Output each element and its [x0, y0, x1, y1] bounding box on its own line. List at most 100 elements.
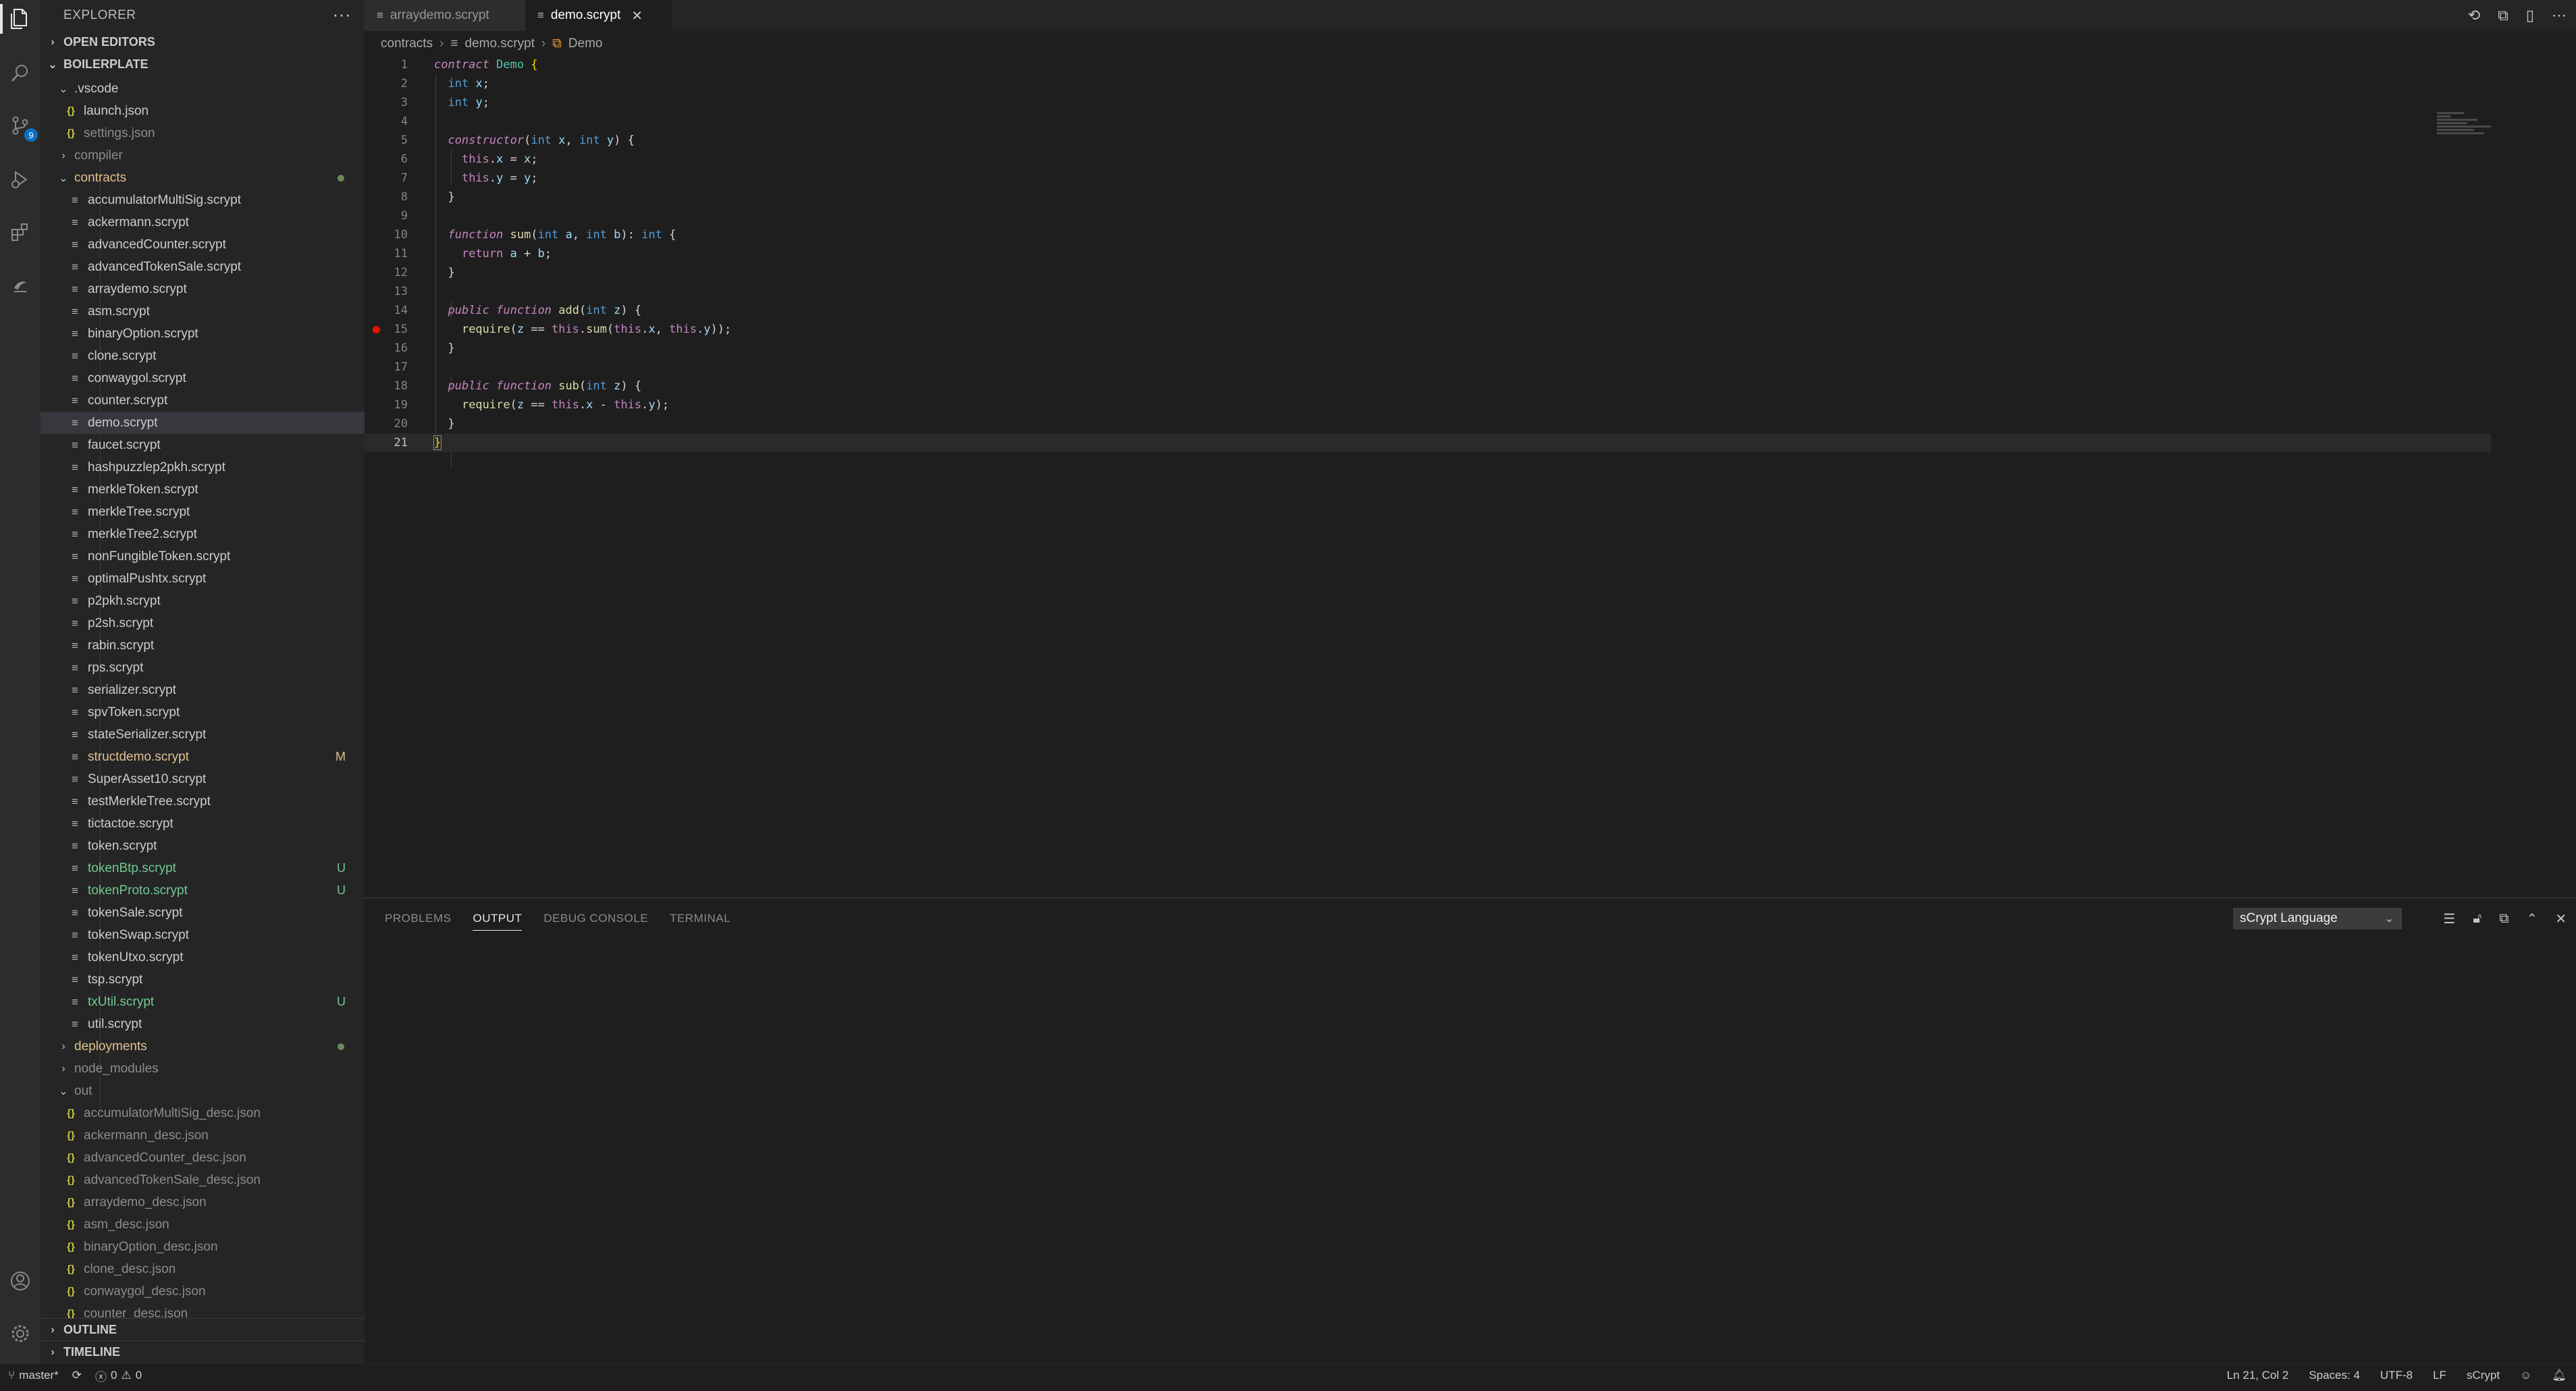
file-item[interactable]: ≡ accumulatorMultiSig.scrypt	[41, 189, 365, 211]
open-editors-section[interactable]: › OPEN EDITORS	[41, 31, 365, 53]
open-output-editor-icon[interactable]: ⧉	[2499, 911, 2508, 927]
file-item[interactable]: ≡ tokenBtp.scrypt U	[41, 857, 365, 879]
file-item[interactable]: {} conwaygol_desc.json	[41, 1280, 365, 1303]
file-item[interactable]: ≡ testMerkleTree.scrypt	[41, 790, 365, 813]
output-channel-select[interactable]: sCrypt Language ⌄	[2233, 908, 2402, 929]
file-item[interactable]: ≡ serializer.scrypt	[41, 679, 365, 701]
file-item[interactable]: {} advancedTokenSale_desc.json	[41, 1169, 365, 1191]
file-item[interactable]: ≡ hashpuzzlep2pkh.scrypt	[41, 456, 365, 479]
file-item[interactable]: ≡ merkleTree.scrypt	[41, 501, 365, 523]
problems-indicator[interactable]: ⓧ 0 ⚠ 0	[95, 1367, 142, 1384]
tab-demo[interactable]: ≡ demo.scrypt ✕	[525, 0, 672, 31]
file-item[interactable]: ≡ conwaygol.scrypt	[41, 367, 365, 389]
file-item[interactable]: ≡ binaryOption.scrypt	[41, 323, 365, 345]
folder-vscode[interactable]: ⌄ .vscode	[41, 78, 365, 100]
clear-output-icon[interactable]: ☰	[2443, 910, 2455, 927]
file-launch-json[interactable]: {} launch.json	[41, 100, 365, 122]
file-item[interactable]: {} accumulatorMultiSig_desc.json	[41, 1102, 365, 1124]
breadcrumb-file[interactable]: demo.scrypt	[465, 36, 535, 51]
file-item[interactable]: {} arraydemo_desc.json	[41, 1191, 365, 1213]
file-item[interactable]: ≡ advancedCounter.scrypt	[41, 234, 365, 256]
lock-scroll-icon[interactable]: 🔓︎	[2473, 911, 2481, 927]
file-item[interactable]: {} clone_desc.json	[41, 1258, 365, 1280]
folder-node-modules[interactable]: › node_modules	[41, 1058, 365, 1080]
file-item[interactable]: {} counter_desc.json	[41, 1303, 365, 1319]
folder-compiler[interactable]: › compiler	[41, 144, 365, 167]
branch-indicator[interactable]: ⑂ master*	[8, 1369, 59, 1382]
file-item[interactable]: ≡ faucet.scrypt	[41, 434, 365, 456]
file-item[interactable]: ≡ p2sh.scrypt	[41, 612, 365, 634]
file-settings-json[interactable]: {} settings.json	[41, 122, 365, 144]
file-item[interactable]: ≡ structdemo.scrypt M	[41, 746, 365, 768]
file-item[interactable]: ≡ spvToken.scrypt	[41, 701, 365, 724]
outline-section[interactable]: › OUTLINE	[41, 1318, 365, 1341]
scrypt-extension-icon[interactable]	[5, 270, 35, 300]
tab-arraydemo[interactable]: ≡ arraydemo.scrypt	[365, 0, 525, 31]
run-debug-icon[interactable]	[5, 165, 35, 194]
split-editor-icon[interactable]: ▯	[2526, 7, 2534, 24]
file-item[interactable]: ≡ merkleTree2.scrypt	[41, 523, 365, 545]
indentation[interactable]: Spaces: 4	[2309, 1369, 2360, 1382]
cursor-position[interactable]: Ln 21, Col 2	[2227, 1369, 2289, 1382]
file-item[interactable]: ≡ nonFungibleToken.scrypt	[41, 545, 365, 568]
code-editor[interactable]: 1 contract Demo { 2 int x; 3 int y; 4 5 c…	[365, 54, 2576, 898]
open-changes-icon[interactable]: ⧉	[2498, 7, 2508, 24]
file-item[interactable]: ≡ tictactoe.scrypt	[41, 813, 365, 835]
file-item[interactable]: ≡ rps.scrypt	[41, 657, 365, 679]
file-item[interactable]: ≡ tsp.scrypt	[41, 969, 365, 991]
more-actions-icon[interactable]: ···	[333, 4, 351, 25]
folder-deployments[interactable]: › deployments	[41, 1035, 365, 1058]
file-item[interactable]: ≡ counter.scrypt	[41, 389, 365, 412]
file-item[interactable]: ≡ stateSerializer.scrypt	[41, 724, 365, 746]
file-item[interactable]: ≡ token.scrypt	[41, 835, 365, 857]
extensions-icon[interactable]	[5, 217, 35, 247]
file-item[interactable]: ≡ advancedTokenSale.scrypt	[41, 256, 365, 278]
sync-icon[interactable]: ⟳	[72, 1369, 82, 1382]
explorer-icon[interactable]	[0, 4, 35, 34]
file-item[interactable]: ≡ p2pkh.scrypt	[41, 590, 365, 612]
close-tab-icon[interactable]: ✕	[631, 7, 643, 24]
file-item[interactable]: ≡ rabin.scrypt	[41, 634, 365, 657]
file-item[interactable]: ≡ SuperAsset10.scrypt	[41, 768, 365, 790]
timeline-history-icon[interactable]: ⟲	[2468, 7, 2480, 24]
settings-gear-icon[interactable]	[5, 1319, 35, 1348]
breadcrumb-folder[interactable]: contracts	[381, 36, 433, 51]
source-control-icon[interactable]: 9	[5, 111, 38, 142]
folder-out[interactable]: ⌄ out	[41, 1080, 365, 1102]
file-item[interactable]: ≡ clone.scrypt	[41, 345, 365, 367]
file-item[interactable]: ≡ demo.scrypt	[41, 412, 365, 434]
file-item[interactable]: {} advancedCounter_desc.json	[41, 1147, 365, 1169]
file-item[interactable]: {} ackermann_desc.json	[41, 1124, 365, 1147]
maximize-panel-icon[interactable]: ⌃	[2526, 910, 2538, 927]
close-panel-icon[interactable]: ✕	[2555, 910, 2567, 927]
file-item[interactable]: {} binaryOption_desc.json	[41, 1236, 365, 1258]
search-icon[interactable]	[5, 58, 35, 88]
tab-output[interactable]: OUTPUT	[473, 898, 522, 939]
file-item[interactable]: ≡ util.scrypt	[41, 1013, 365, 1035]
minimap[interactable]	[2437, 111, 2511, 151]
file-item[interactable]: ≡ tokenSale.scrypt	[41, 902, 365, 924]
file-item[interactable]: ≡ optimalPushtx.scrypt	[41, 568, 365, 590]
workspace-section[interactable]: ⌄ BOILERPLATE	[41, 53, 365, 76]
timeline-section[interactable]: › TIMELINE	[41, 1340, 365, 1363]
breadcrumb-symbol[interactable]: Demo	[568, 36, 603, 51]
notifications-bell-icon[interactable]: 🔔︎	[2552, 1369, 2567, 1382]
file-item[interactable]: ≡ merkleToken.scrypt	[41, 479, 365, 501]
more-actions-icon[interactable]: ⋯	[2552, 7, 2567, 24]
tab-terminal[interactable]: TERMINAL	[670, 898, 730, 939]
file-item[interactable]: ≡ ackermann.scrypt	[41, 211, 365, 234]
folder-contracts[interactable]: ⌄ contracts	[41, 167, 365, 189]
file-item[interactable]: ≡ tokenSwap.scrypt	[41, 924, 365, 946]
accounts-icon[interactable]	[5, 1266, 35, 1296]
file-item[interactable]: ≡ asm.scrypt	[41, 300, 365, 323]
file-item[interactable]: ≡ txUtil.scrypt U	[41, 991, 365, 1013]
file-item[interactable]: ≡ tokenUtxo.scrypt	[41, 946, 365, 969]
tab-problems[interactable]: PROBLEMS	[385, 898, 451, 939]
feedback-icon[interactable]: ☺	[2520, 1369, 2531, 1382]
file-item[interactable]: {} asm_desc.json	[41, 1213, 365, 1236]
tab-debug-console[interactable]: DEBUG CONSOLE	[543, 898, 648, 939]
file-item[interactable]: ≡ arraydemo.scrypt	[41, 278, 365, 300]
language-mode[interactable]: sCrypt	[2467, 1369, 2500, 1382]
encoding[interactable]: UTF-8	[2380, 1369, 2413, 1382]
file-item[interactable]: ≡ tokenProto.scrypt U	[41, 879, 365, 902]
